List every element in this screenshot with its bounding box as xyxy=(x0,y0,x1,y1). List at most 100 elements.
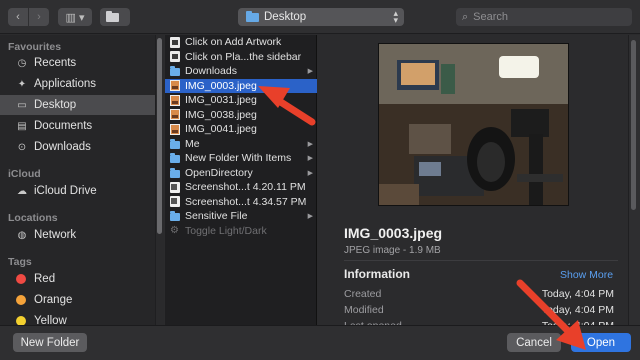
back-button[interactable]: ‹ xyxy=(8,8,28,26)
disclosure-arrow-icon: ▶ xyxy=(307,213,313,221)
sidebar-item-label: Downloads xyxy=(34,141,91,153)
tags-heading: Tags xyxy=(8,256,32,268)
cancel-button[interactable]: Cancel xyxy=(507,333,561,352)
cloud-icon: ☁ xyxy=(17,185,27,197)
sidebar-item-red[interactable]: Red xyxy=(0,269,155,289)
view-mode-button[interactable]: ▥ ▾ xyxy=(58,8,92,26)
search-placeholder: Search xyxy=(473,11,509,23)
file-row[interactable]: IMG_0003.jpeg xyxy=(165,78,317,93)
image-icon xyxy=(170,80,180,92)
toolbar: ‹ › ▥ ▾ Desktop ▴ ▾ ⌕ Search xyxy=(0,0,640,34)
favourites-heading: Favourites xyxy=(8,41,62,53)
folder-icon xyxy=(246,10,259,22)
info-value-modified: Today, 4:04 PM xyxy=(541,304,614,316)
sidebar-item-applications[interactable]: ✦ Applications xyxy=(0,74,155,94)
folder-icon xyxy=(170,138,180,149)
folder-icon xyxy=(170,153,180,164)
folder-icon xyxy=(106,10,119,22)
sidebar-item-downloads[interactable]: ⊙ Downloads xyxy=(0,137,155,157)
download-icon: ⊙ xyxy=(17,141,27,153)
forward-button[interactable]: › xyxy=(29,8,49,26)
sidebar-item-label: Desktop xyxy=(34,99,77,111)
sidebar-item-recents[interactable]: ◷ Recents xyxy=(0,53,155,73)
new-folder-button[interactable]: New Folder xyxy=(13,333,87,352)
chevron-left-icon: ‹ xyxy=(16,11,20,23)
sidebar-item-network[interactable]: ◍ Network xyxy=(0,225,155,245)
sidebar-item-label: Orange xyxy=(34,294,73,306)
file-row[interactable]: Click on Pla...the sidebar xyxy=(165,50,317,65)
info-label-modified: Modified xyxy=(344,304,384,316)
file-row[interactable]: Screenshot...t 4.20.11 PM xyxy=(165,180,317,195)
group-button[interactable] xyxy=(100,8,130,26)
sidebar-scrollbar-thumb[interactable] xyxy=(157,38,162,234)
file-name: IMG_0041.jpeg xyxy=(185,123,257,136)
preview-file-type: JPEG image - 1.9 MB xyxy=(344,245,441,256)
screenshot-icon xyxy=(170,181,180,193)
chevron-right-icon: › xyxy=(37,11,41,23)
preview-filename: IMG_0003.jpeg xyxy=(344,225,443,241)
file-row[interactable]: Click on Add Artwork xyxy=(165,35,317,50)
file-row[interactable]: IMG_0031.jpeg xyxy=(165,93,317,108)
folder-icon xyxy=(170,211,180,222)
image-icon xyxy=(170,94,180,106)
file-name: Sensitive File xyxy=(185,210,248,223)
sidebar-item-label: Documents xyxy=(34,120,93,132)
updown-chevron-icon: ▴ ▾ xyxy=(393,8,398,25)
file-name: Screenshot...t 4.20.11 PM xyxy=(185,181,306,194)
file-row[interactable]: Screenshot...t 4.34.57 PM xyxy=(165,195,317,210)
preview-pane: IMG_0003.jpeg JPEG image - 1.9 MB Inform… xyxy=(318,35,628,332)
image-icon xyxy=(170,123,180,135)
disclosure-arrow-icon: ▶ xyxy=(307,140,313,148)
preview-image xyxy=(378,43,569,206)
locations-heading: Locations xyxy=(8,212,58,224)
folder-icon xyxy=(170,66,180,77)
sidebar-item-orange[interactable]: Orange xyxy=(0,290,155,310)
file-name: Click on Add Artwork xyxy=(185,36,282,49)
file-row[interactable]: New Folder With Items ▶ xyxy=(165,151,317,166)
location-popup[interactable]: Desktop ▴ ▾ xyxy=(238,8,404,26)
folder-icon xyxy=(170,167,180,178)
file-row[interactable]: IMG_0041.jpeg xyxy=(165,122,317,137)
file-row: ⚙ Toggle Light/Dark xyxy=(165,224,317,239)
tag-dot-icon xyxy=(16,295,26,305)
sidebar-item-icloud-drive[interactable]: ☁ iCloud Drive xyxy=(0,181,155,201)
sidebar-item-documents[interactable]: ▤ Documents xyxy=(0,116,155,136)
tag-dot-icon xyxy=(16,274,26,284)
open-button[interactable]: Open xyxy=(571,333,631,352)
file-name: New Folder With Items xyxy=(185,152,292,165)
disclosure-arrow-icon: ▶ xyxy=(307,68,313,76)
info-value-created: Today, 4:04 PM xyxy=(541,288,614,300)
file-row[interactable]: OpenDirectory ▶ xyxy=(165,166,317,181)
file-name: OpenDirectory xyxy=(185,166,253,179)
sidebar: Favourites ◷ Recents ✦ Applications ▭ Desktop ▤… xyxy=(0,35,155,327)
column-view-icon: ▥ ▾ xyxy=(65,11,85,24)
file-row[interactable]: Sensitive File ▶ xyxy=(165,209,317,224)
sidebar-item-label: Network xyxy=(34,229,77,241)
file-row[interactable]: IMG_0038.jpeg xyxy=(165,108,317,123)
sidebar-item-label: iCloud Drive xyxy=(34,185,97,197)
file-name: IMG_0003.jpeg xyxy=(185,79,257,92)
file-row[interactable]: Downloads ▶ xyxy=(165,64,317,79)
sidebar-item-desktop[interactable]: ▭ Desktop xyxy=(0,95,155,115)
file-name: Downloads xyxy=(185,65,237,78)
file-name: Screenshot...t 4.34.57 PM xyxy=(185,195,307,208)
preview-scrollbar-thumb[interactable] xyxy=(631,40,636,210)
information-heading: Information xyxy=(344,267,410,281)
disclosure-arrow-icon: ▶ xyxy=(307,155,313,163)
file-row[interactable]: Me ▶ xyxy=(165,137,317,152)
search-icon: ⌕ xyxy=(462,10,469,23)
preview-divider xyxy=(344,260,618,261)
clock-icon: ◷ xyxy=(17,57,27,69)
location-label: Desktop xyxy=(264,11,307,23)
show-more-link[interactable]: Show More xyxy=(560,269,613,281)
search-input[interactable]: ⌕ Search xyxy=(456,8,632,26)
file-name: IMG_0038.jpeg xyxy=(185,108,257,121)
info-label-created: Created xyxy=(344,288,382,300)
script-icon: ⚙ xyxy=(170,225,179,237)
document-icon xyxy=(170,51,180,63)
file-list-column: Click on Add Artwork Click on Pla...the s… xyxy=(165,35,317,325)
document-icon xyxy=(170,36,180,48)
image-icon xyxy=(170,109,180,121)
file-name: Me xyxy=(185,137,200,150)
disclosure-arrow-icon: ▶ xyxy=(307,169,313,177)
